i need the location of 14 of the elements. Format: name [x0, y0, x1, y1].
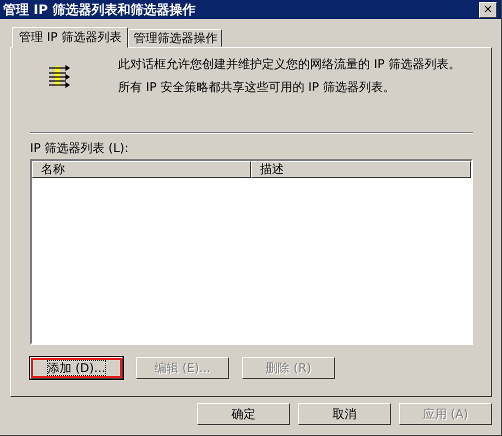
tab[interactable]: 管理筛选器操作 [128, 29, 222, 47]
list-label: IP 筛选器列表 (L): [30, 140, 130, 157]
description-text: 此对话框允许您创建并维护定义您的网络流量的 IP 筛选器列表。 [118, 58, 462, 71]
dialog-button[interactable]: 取消 [298, 403, 391, 425]
list-action-button[interactable]: 添加 (D)... [30, 357, 123, 379]
filter-arrows-icon [46, 64, 70, 88]
filter-list[interactable]: 名称 描述 [30, 159, 473, 345]
close-button[interactable]: ✕ [479, 2, 497, 18]
column-header[interactable]: 描述 [251, 161, 471, 178]
window-title: 管理 IP 筛选器列表和筛选器操作 [3, 2, 196, 18]
dialog-button[interactable]: 确定 [197, 403, 290, 425]
tab[interactable]: 管理 IP 筛选器列表 [12, 27, 128, 48]
column-header[interactable]: 名称 [32, 161, 251, 178]
description-text: 所有 IP 安全策略都共享这些可用的 IP 筛选器列表。 [118, 81, 396, 94]
